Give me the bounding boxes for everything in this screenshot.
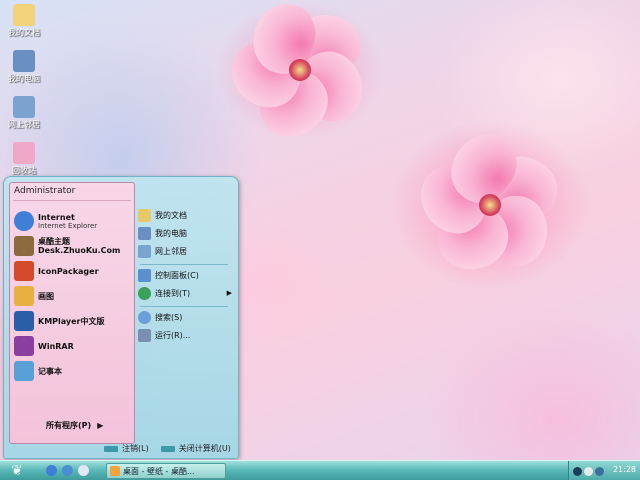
start-menu-footer: 注销(L) 关闭计算机(U) <box>104 443 231 454</box>
shutdown-icon <box>160 445 175 452</box>
notepad-icon <box>14 361 34 381</box>
browser-icon[interactable] <box>62 465 73 476</box>
folder-documents-icon <box>138 208 151 222</box>
show-desktop-icon[interactable] <box>78 465 89 476</box>
shutdown-button[interactable]: 关闭计算机(U) <box>160 443 231 454</box>
start-menu-programs-pane: Administrator Internet Internet Explorer… <box>9 182 135 444</box>
internet-explorer-icon <box>14 211 34 231</box>
network-icon <box>13 96 35 118</box>
winrar-icon <box>14 336 34 356</box>
taskbar: ❦ 桌面 - 壁纸 - 桌酷... 21:28 <box>0 460 640 480</box>
divider <box>140 264 228 265</box>
folder-icon <box>110 466 120 476</box>
logoff-button[interactable]: 注销(L) <box>104 443 149 454</box>
folder-documents-icon <box>13 4 35 26</box>
all-programs-button[interactable]: 所有程序(P) ▶ <box>46 420 103 431</box>
control-panel-item[interactable]: 控制面板(C) <box>138 267 234 283</box>
chevron-right-icon: ▶ <box>97 421 104 430</box>
places-my-documents[interactable]: 我的文档 <box>138 207 234 223</box>
places-network[interactable]: 网上邻居 <box>138 243 234 259</box>
search-item[interactable]: 搜索(S) <box>138 309 234 325</box>
run-item[interactable]: 运行(R)... <box>138 327 234 343</box>
tray-app-icon[interactable] <box>573 466 582 476</box>
taskbar-window-button[interactable]: 桌面 - 壁纸 - 桌酷... <box>106 463 226 479</box>
places-my-computer[interactable]: 我的电脑 <box>138 225 234 241</box>
control-panel-icon <box>138 268 151 282</box>
internet-explorer-icon[interactable] <box>46 465 57 476</box>
connect-to-icon <box>138 286 151 300</box>
kmplayer-icon <box>14 311 34 331</box>
system-tray: 21:28 <box>568 461 640 480</box>
paint-icon <box>14 286 34 306</box>
desktop-icon-recycle-bin[interactable]: 回收站 <box>2 142 46 176</box>
start-button[interactable]: ❦ <box>4 462 30 480</box>
connect-to-item[interactable]: 连接到(T) ▶ <box>138 285 234 301</box>
logoff-icon <box>104 445 118 452</box>
program-notepad[interactable]: 记事本 <box>14 359 132 383</box>
search-icon <box>138 310 151 324</box>
program-paint[interactable]: 画图 <box>14 284 132 308</box>
network-icon <box>138 244 151 258</box>
desktop-icon-my-documents[interactable]: 我的文档 <box>2 4 46 38</box>
computer-icon <box>138 226 151 240</box>
tray-volume-icon[interactable] <box>595 466 604 476</box>
chevron-right-icon: ▶ <box>226 289 232 297</box>
program-zhuoku-theme[interactable]: 桌酷主题 Desk.ZhuoKu.Com <box>14 234 132 258</box>
program-winrar[interactable]: WinRAR <box>14 334 132 358</box>
user-name: Administrator <box>14 186 76 196</box>
desktop-icon-my-computer[interactable]: 我的电脑 <box>2 50 46 84</box>
zhuoku-icon <box>14 236 34 256</box>
tray-network-icon[interactable] <box>584 466 593 476</box>
divider <box>13 200 131 201</box>
iconpackager-icon <box>14 261 34 281</box>
recycle-bin-icon <box>13 142 35 164</box>
program-kmplayer[interactable]: KMPlayer中文版 <box>14 309 132 333</box>
start-menu: Administrator Internet Internet Explorer… <box>3 176 239 459</box>
program-iconpackager[interactable]: IconPackager <box>14 259 132 283</box>
desktop-icon-network[interactable]: 网上邻居 <box>2 96 46 130</box>
program-internet-explorer[interactable]: Internet Internet Explorer <box>14 209 132 233</box>
divider <box>140 306 228 307</box>
clock[interactable]: 21:28 <box>613 465 636 474</box>
run-icon <box>138 328 151 342</box>
computer-icon <box>13 50 35 72</box>
